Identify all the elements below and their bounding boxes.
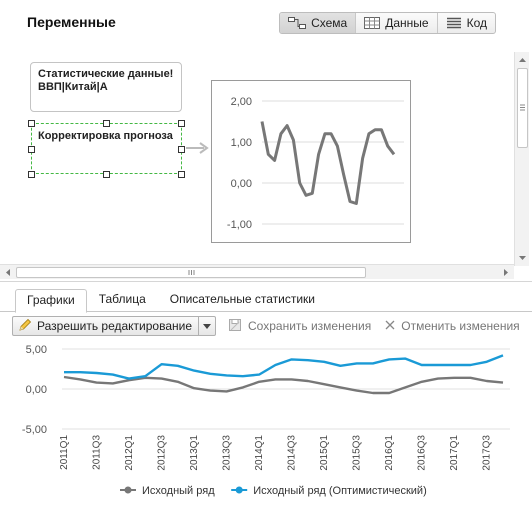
grip-icon (520, 104, 525, 111)
chevron-down-icon (203, 323, 212, 329)
series-line (260, 121, 396, 205)
allow-edit-dropdown[interactable] (199, 317, 215, 335)
stats-node-subtitle: ВВП|Китай|А (38, 81, 108, 93)
scroll-left-icon[interactable] (2, 265, 14, 280)
view-data-button[interactable]: Данные (356, 13, 438, 33)
y-tick-label: 0,00 (231, 178, 252, 190)
grip-icon (188, 270, 195, 275)
x-tick-label: 2014Q3 (287, 435, 298, 471)
view-schema-label: Схема (311, 16, 348, 30)
cancel-changes-label: Отменить изменения (401, 319, 520, 333)
view-code-label: Код (466, 16, 487, 30)
forecast-node[interactable]: Корректировка прогноза (31, 123, 182, 174)
main-chart-svg: 5,00 0,00 -5,00 2011Q1 2011Q3 2012Q1 2012Q3 201… (22, 344, 510, 497)
y-tick-label: -5,00 (22, 424, 47, 436)
allow-edit-button[interactable]: Разрешить редактирование (12, 316, 217, 336)
y-tick-label: -1,00 (227, 219, 252, 231)
allow-edit-label: Разрешить редактирование (37, 319, 193, 333)
tab-charts[interactable]: Графики (15, 289, 87, 313)
resize-handle[interactable] (103, 171, 110, 178)
code-icon (446, 17, 462, 29)
save-changes-button[interactable]: Сохранить изменения (228, 318, 371, 335)
pencil-icon (18, 318, 32, 335)
preview-chart-svg: 2,00 1,00 0,00 -1,00 (227, 96, 404, 231)
resize-handle[interactable] (28, 146, 35, 153)
close-icon (385, 319, 395, 333)
x-tick-label: 2011Q1 (59, 435, 70, 470)
tab-descriptive-stats[interactable]: Описательные статистики (158, 289, 327, 313)
x-tick-label: 2013Q1 (189, 435, 200, 471)
legend-label: Исходный ряд (Оптимистический) (253, 485, 427, 497)
view-code-button[interactable]: Код (438, 13, 495, 33)
allow-edit-main[interactable]: Разрешить редактирование (13, 317, 200, 335)
x-tick-label: 2014Q1 (254, 435, 265, 471)
x-tick-label: 2016Q3 (417, 435, 428, 471)
x-tick-label: 2017Q3 (482, 435, 493, 471)
legend-marker (124, 486, 132, 494)
save-changes-label: Сохранить изменения (248, 319, 372, 333)
variables-panel: Переменные Схема Данные Код Статистическ… (0, 0, 532, 282)
forecast-node-label: Корректировка прогноза (38, 130, 173, 142)
x-tick-label: 2011Q3 (92, 435, 103, 470)
legend-label: Исходный ряд (142, 485, 215, 497)
edit-toolbar: Разрешить редактирование Сохранить измен… (12, 316, 520, 336)
x-tick-label: 2012Q3 (157, 435, 168, 471)
vertical-scrollbar[interactable] (514, 52, 529, 266)
save-icon (228, 318, 242, 335)
y-tick-label: 5,00 (26, 344, 47, 356)
cancel-changes-button[interactable]: Отменить изменения (385, 319, 520, 333)
stats-node[interactable]: Статистические данные! ВВП|Китай|А (30, 62, 182, 112)
resize-handle[interactable] (103, 120, 110, 127)
x-tick-label: 2015Q1 (319, 435, 330, 471)
vertical-scroll-thumb[interactable] (517, 68, 528, 148)
x-tick-label: 2017Q1 (449, 435, 460, 471)
horizontal-scrollbar[interactable] (0, 264, 514, 279)
resize-handle[interactable] (178, 171, 185, 178)
panel-title: Переменные (27, 14, 116, 30)
series-line (64, 354, 504, 380)
y-tick-label: 1,00 (231, 137, 252, 149)
stats-node-title: Статистические данные! (38, 68, 174, 80)
schema-canvas[interactable]: Статистические данные! ВВП|Китай|А Корре… (0, 44, 514, 266)
view-data-label: Данные (385, 16, 429, 30)
y-tick-label: 2,00 (231, 96, 252, 108)
tab-bar: Графики Таблица Описательные статистики (15, 289, 327, 313)
scroll-down-icon[interactable] (515, 252, 530, 264)
preview-chart[interactable]: 2,00 1,00 0,00 -1,00 (211, 80, 411, 243)
schema-icon (288, 17, 307, 29)
resize-handle[interactable] (28, 171, 35, 178)
table-icon (364, 17, 381, 29)
y-tick-label: 0,00 (26, 384, 47, 396)
resize-handle[interactable] (28, 120, 35, 127)
arrow-right-icon (186, 142, 209, 154)
scroll-right-icon[interactable] (500, 265, 512, 280)
x-tick-label: 2015Q3 (352, 435, 363, 471)
main-chart[interactable]: 5,00 0,00 -5,00 2011Q1 2011Q3 2012Q1 2012Q3 201… (0, 338, 532, 521)
view-schema-button[interactable]: Схема (280, 13, 357, 33)
resize-handle[interactable] (178, 120, 185, 127)
x-tick-label: 2012Q1 (124, 435, 135, 471)
resize-handle[interactable] (178, 146, 185, 153)
horizontal-scroll-thumb[interactable] (16, 267, 366, 278)
x-tick-label: 2016Q1 (384, 435, 395, 471)
x-tick-label: 2013Q3 (222, 435, 233, 471)
tab-table[interactable]: Таблица (87, 289, 158, 313)
scroll-up-icon[interactable] (515, 54, 530, 66)
view-switch: Схема Данные Код (279, 12, 496, 34)
legend-marker (235, 486, 243, 494)
